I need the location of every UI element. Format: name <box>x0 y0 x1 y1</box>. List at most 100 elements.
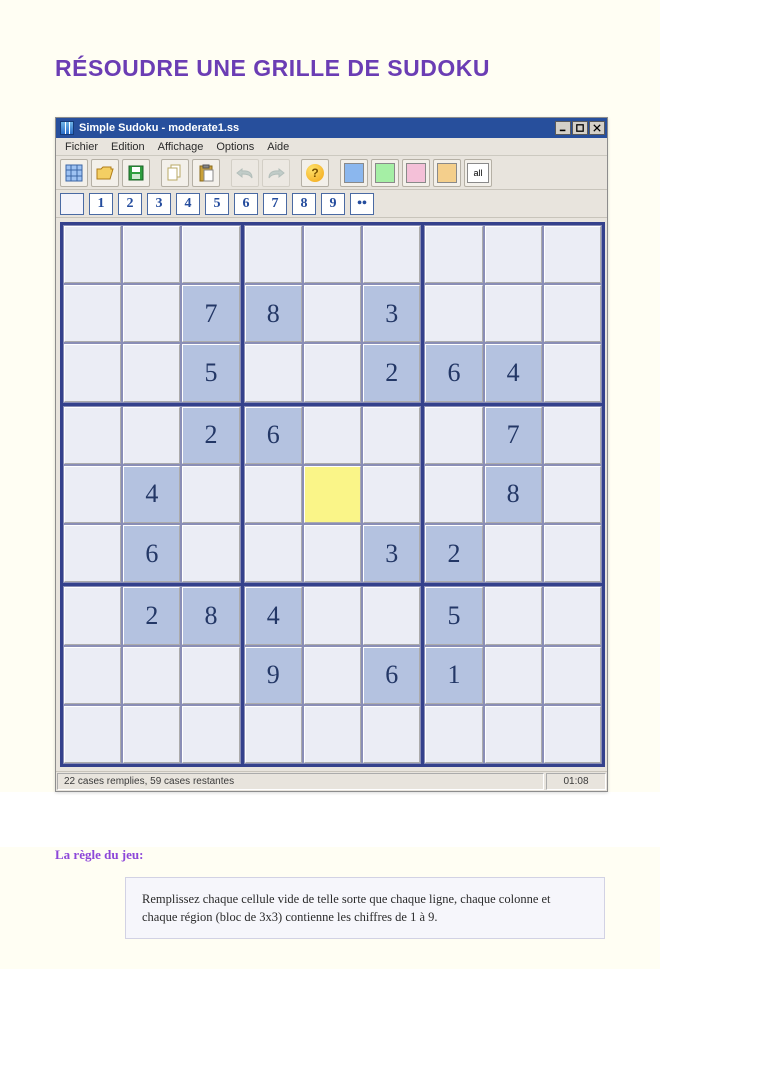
menu-edition[interactable]: Edition <box>106 140 150 154</box>
sudoku-cell[interactable] <box>123 647 180 704</box>
highlight-pink-button[interactable] <box>402 159 430 187</box>
sudoku-cell[interactable] <box>245 466 302 523</box>
sudoku-cell[interactable] <box>304 587 361 644</box>
sudoku-cell[interactable] <box>363 226 420 283</box>
sudoku-cell[interactable] <box>304 706 361 763</box>
num-button-blank[interactable] <box>60 193 84 215</box>
sudoku-cell[interactable]: 7 <box>485 407 542 464</box>
sudoku-cell[interactable] <box>123 226 180 283</box>
sudoku-cell[interactable] <box>544 587 601 644</box>
highlight-orange-button[interactable] <box>433 159 461 187</box>
highlight-all-button[interactable]: all <box>464 159 492 187</box>
help-button[interactable]: ? <box>301 159 329 187</box>
sudoku-cell[interactable] <box>64 226 121 283</box>
sudoku-cell[interactable]: 6 <box>425 344 482 401</box>
highlight-green-button[interactable] <box>371 159 399 187</box>
sudoku-cell[interactable] <box>304 344 361 401</box>
sudoku-cell[interactable] <box>425 226 482 283</box>
sudoku-cell[interactable]: 6 <box>363 647 420 704</box>
sudoku-cell[interactable]: 8 <box>182 587 239 644</box>
sudoku-cell[interactable]: 4 <box>245 587 302 644</box>
minimize-button[interactable] <box>555 121 571 135</box>
sudoku-cell[interactable]: 4 <box>485 344 542 401</box>
sudoku-cell[interactable] <box>544 647 601 704</box>
menu-aide[interactable]: Aide <box>262 140 294 154</box>
sudoku-cell[interactable]: 2 <box>363 344 420 401</box>
sudoku-cell[interactable] <box>304 226 361 283</box>
num-button-2[interactable]: 2 <box>118 193 142 215</box>
sudoku-cell[interactable] <box>544 285 601 342</box>
sudoku-cell[interactable] <box>304 407 361 464</box>
sudoku-cell[interactable] <box>64 344 121 401</box>
sudoku-cell[interactable] <box>363 407 420 464</box>
menu-affichage[interactable]: Affichage <box>153 140 209 154</box>
sudoku-cell[interactable] <box>544 525 601 582</box>
sudoku-cell[interactable]: 1 <box>425 647 482 704</box>
sudoku-cell[interactable] <box>304 466 361 523</box>
undo-button[interactable] <box>231 159 259 187</box>
sudoku-cell[interactable] <box>64 407 121 464</box>
save-button[interactable] <box>122 159 150 187</box>
close-button[interactable] <box>589 121 605 135</box>
sudoku-cell[interactable] <box>64 466 121 523</box>
sudoku-cell[interactable]: 4 <box>123 466 180 523</box>
sudoku-cell[interactable] <box>425 466 482 523</box>
sudoku-cell[interactable]: 7 <box>182 285 239 342</box>
sudoku-cell[interactable] <box>485 587 542 644</box>
sudoku-cell[interactable]: 2 <box>123 587 180 644</box>
copy-button[interactable] <box>161 159 189 187</box>
sudoku-cell[interactable] <box>123 285 180 342</box>
menu-options[interactable]: Options <box>211 140 259 154</box>
sudoku-cell[interactable] <box>245 706 302 763</box>
sudoku-cell[interactable] <box>64 647 121 704</box>
sudoku-cell[interactable] <box>123 344 180 401</box>
sudoku-cell[interactable]: 3 <box>363 525 420 582</box>
sudoku-cell[interactable] <box>123 407 180 464</box>
num-button-7[interactable]: 7 <box>263 193 287 215</box>
sudoku-cell[interactable] <box>363 706 420 763</box>
maximize-button[interactable] <box>572 121 588 135</box>
sudoku-cell[interactable] <box>245 344 302 401</box>
sudoku-cell[interactable] <box>304 525 361 582</box>
sudoku-cell[interactable]: 6 <box>245 407 302 464</box>
num-button-1[interactable]: 1 <box>89 193 113 215</box>
sudoku-cell[interactable] <box>182 706 239 763</box>
num-button-8[interactable]: 8 <box>292 193 316 215</box>
sudoku-cell[interactable] <box>182 466 239 523</box>
sudoku-cell[interactable] <box>64 285 121 342</box>
sudoku-cell[interactable] <box>182 525 239 582</box>
sudoku-cell[interactable] <box>425 407 482 464</box>
highlight-blue-button[interactable] <box>340 159 368 187</box>
sudoku-cell[interactable] <box>425 706 482 763</box>
sudoku-cell[interactable]: 5 <box>182 344 239 401</box>
sudoku-cell[interactable] <box>64 706 121 763</box>
sudoku-cell[interactable]: 2 <box>182 407 239 464</box>
open-button[interactable] <box>91 159 119 187</box>
sudoku-cell[interactable]: 5 <box>425 587 482 644</box>
sudoku-cell[interactable] <box>304 647 361 704</box>
sudoku-cell[interactable] <box>544 344 601 401</box>
sudoku-cell[interactable] <box>485 706 542 763</box>
num-button-3[interactable]: 3 <box>147 193 171 215</box>
sudoku-cell[interactable] <box>64 587 121 644</box>
sudoku-cell[interactable] <box>304 285 361 342</box>
sudoku-cell[interactable]: 3 <box>363 285 420 342</box>
sudoku-cell[interactable] <box>245 525 302 582</box>
sudoku-cell[interactable] <box>485 226 542 283</box>
sudoku-cell[interactable] <box>485 525 542 582</box>
sudoku-cell[interactable] <box>123 706 180 763</box>
sudoku-cell[interactable] <box>64 525 121 582</box>
num-button-dots[interactable]: •• <box>350 193 374 215</box>
redo-button[interactable] <box>262 159 290 187</box>
sudoku-cell[interactable] <box>363 466 420 523</box>
paste-button[interactable] <box>192 159 220 187</box>
sudoku-cell[interactable] <box>363 587 420 644</box>
sudoku-cell[interactable]: 8 <box>245 285 302 342</box>
sudoku-cell[interactable] <box>182 226 239 283</box>
menu-fichier[interactable]: Fichier <box>60 140 103 154</box>
sudoku-cell[interactable] <box>544 466 601 523</box>
sudoku-cell[interactable]: 8 <box>485 466 542 523</box>
num-button-5[interactable]: 5 <box>205 193 229 215</box>
num-button-6[interactable]: 6 <box>234 193 258 215</box>
new-grid-button[interactable] <box>60 159 88 187</box>
